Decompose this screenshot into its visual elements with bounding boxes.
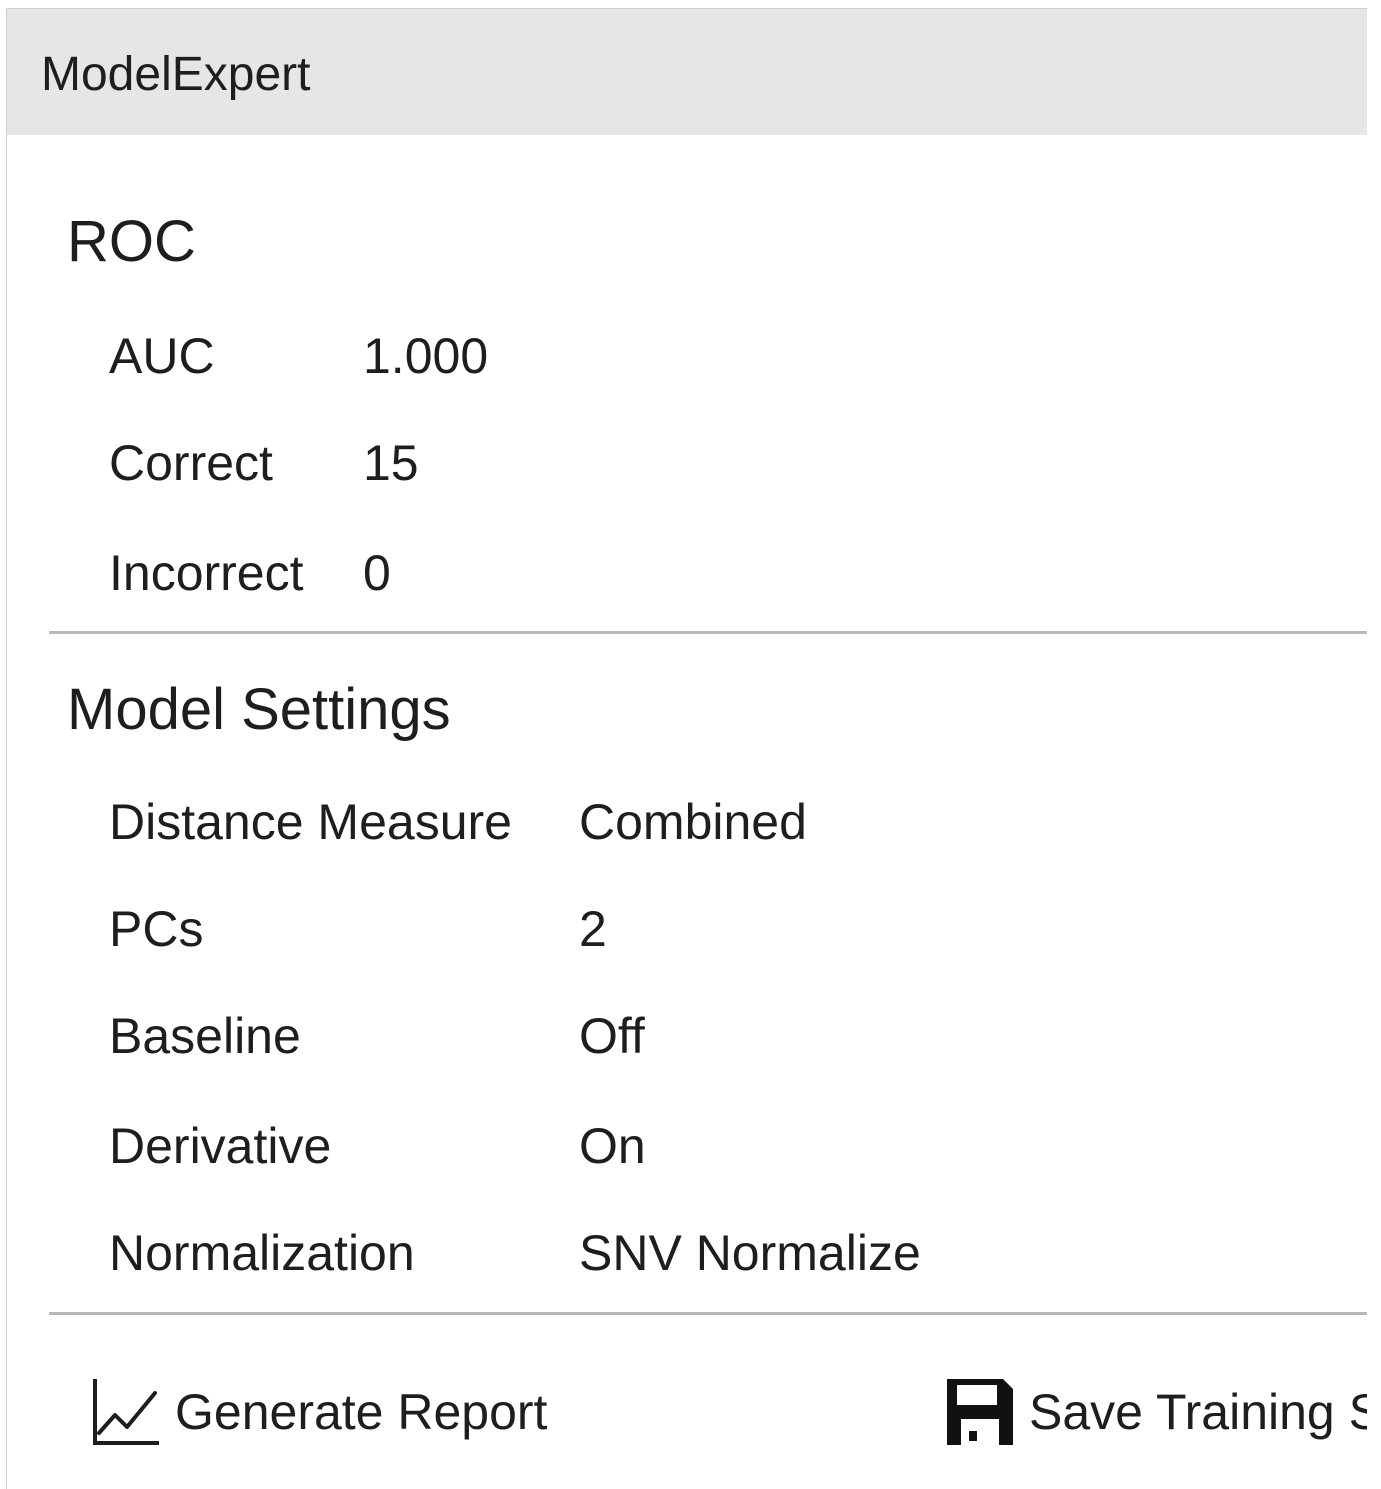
- model-settings-heading: Model Settings: [67, 677, 451, 742]
- save-icon: [947, 1379, 1013, 1445]
- setting-distance-measure-value: Combined: [579, 794, 807, 850]
- setting-pcs-label: PCs: [109, 901, 204, 957]
- setting-normalization-label: Normalization: [109, 1225, 415, 1281]
- setting-distance-measure-label: Distance Measure: [109, 794, 512, 850]
- section-divider: [49, 631, 1367, 634]
- setting-pcs-value: 2: [579, 901, 607, 957]
- section-divider: [49, 1312, 1367, 1315]
- setting-normalization-value: SNV Normalize: [579, 1225, 921, 1281]
- setting-derivative-label: Derivative: [109, 1118, 332, 1174]
- save-training-button[interactable]: Save Training S: [943, 1367, 1367, 1457]
- roc-auc-value: 1.000: [363, 328, 489, 384]
- save-training-label: Save Training S: [1029, 1384, 1367, 1440]
- setting-baseline-value: Off: [579, 1008, 645, 1064]
- generate-report-button[interactable]: Generate Report: [89, 1367, 547, 1457]
- modelexpert-panel: ModelExpert ROC AUC 1.000 Correct 15 Inc…: [6, 8, 1367, 1489]
- line-chart-icon: [93, 1379, 159, 1445]
- panel-titlebar: ModelExpert: [7, 9, 1367, 135]
- roc-incorrect-label: Incorrect: [109, 545, 304, 601]
- roc-correct-label: Correct: [109, 435, 273, 491]
- setting-derivative-value: On: [579, 1118, 646, 1174]
- roc-correct-value: 15: [363, 435, 419, 491]
- panel-title: ModelExpert: [41, 48, 311, 101]
- setting-baseline-label: Baseline: [109, 1008, 301, 1064]
- roc-heading: ROC: [67, 209, 196, 274]
- roc-incorrect-value: 0: [363, 545, 391, 601]
- roc-auc-label: AUC: [109, 328, 215, 384]
- generate-report-label: Generate Report: [175, 1384, 548, 1440]
